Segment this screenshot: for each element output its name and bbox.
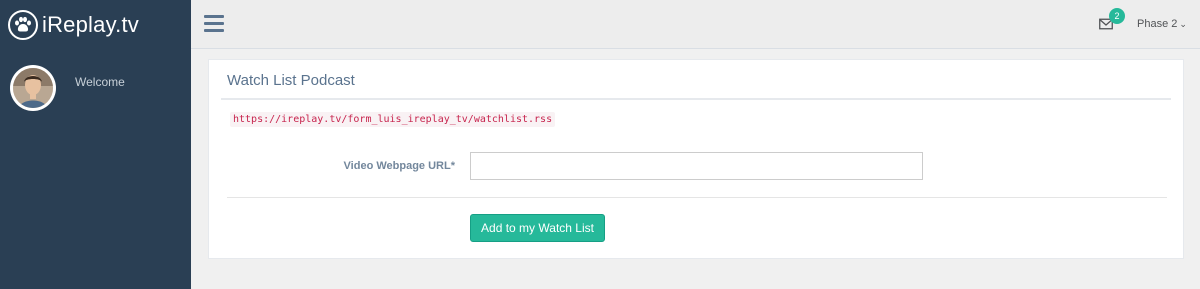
add-to-watch-list-button[interactable]: Add to my Watch List [470, 214, 605, 242]
avatar-image [13, 68, 53, 108]
sidebar: iReplay.tv Welcome [0, 0, 191, 289]
user-label: Phase 2 [1137, 18, 1178, 30]
notification-badge[interactable]: 2 [1109, 8, 1125, 24]
hamburger-menu-icon[interactable] [204, 15, 224, 33]
video-url-input[interactable] [470, 152, 923, 180]
rss-url[interactable]: https://ireplay.tv/form_luis_ireplay_tv/… [230, 112, 556, 127]
divider [227, 197, 1167, 198]
avatar[interactable] [10, 65, 56, 111]
chevron-down-icon: ⌄ [1179, 19, 1187, 29]
watch-list-panel: Watch List Podcast https://ireplay.tv/fo… [208, 59, 1184, 259]
brand[interactable]: iReplay.tv [0, 0, 191, 50]
welcome-text: Welcome [75, 75, 125, 89]
brand-name: iReplay.tv [42, 12, 139, 37]
paw-icon [8, 10, 38, 40]
user-dropdown[interactable]: Phase 2 ⌄ [1137, 18, 1187, 30]
video-url-label: Video Webpage URL* [343, 160, 455, 172]
panel-title: Watch List Podcast [227, 72, 355, 89]
top-navbar: 2 Phase 2 ⌄ [191, 0, 1200, 49]
divider [221, 98, 1171, 100]
